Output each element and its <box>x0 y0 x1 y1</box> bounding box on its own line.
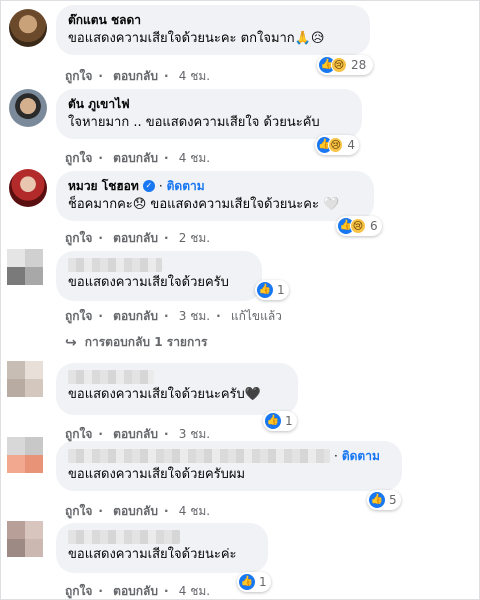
comments-panel: ต๊กแตน ชลดา ขอแสดงความเสียใจด้วยนะคะ ตกใ… <box>0 0 480 600</box>
comment-bubble: · ติดตาม ขอแสดงความเสียใจด้วยครับผม <box>56 441 402 491</box>
like-button[interactable]: ถูกใจ <box>65 231 92 245</box>
timestamp[interactable]: 4 ชม. <box>179 151 210 165</box>
reply-button[interactable]: ตอบกลับ <box>113 427 158 441</box>
avatar[interactable] <box>7 437 43 473</box>
avatar[interactable] <box>7 361 43 397</box>
comment-bubble: ขอแสดงความเสียใจด้วยครับ <box>56 251 262 301</box>
comment-bubble: ตัน ภูเขาไฟ ใจหายมาก .. ขอแสดงความเสียใจ… <box>56 89 362 139</box>
reaction-summary[interactable]: 👍 1 <box>263 411 297 431</box>
timestamp[interactable]: 4 ชม. <box>179 504 210 518</box>
comment-bubble: หมวย โชฮอท ✓ · ติดตาม ช็อคมากคะ😞 ขอแสดงค… <box>56 171 374 221</box>
avatar[interactable] <box>9 89 47 127</box>
reaction-summary[interactable]: 👍 1 <box>237 572 271 592</box>
comment-bubble: ขอแสดงความเสียใจด้วยนะค่ะ <box>56 523 268 573</box>
comment-text: ขอแสดงความเสียใจด้วยนะครับ🖤 <box>68 387 261 402</box>
comment-text: ขอแสดงความเสียใจด้วยครับ <box>68 275 229 290</box>
comment-bubble: ต๊กแตน ชลดา ขอแสดงความเสียใจด้วยนะคะ ตกใ… <box>56 5 370 55</box>
reply-button[interactable]: ตอบกลับ <box>113 504 158 518</box>
blurred-name[interactable] <box>68 258 162 272</box>
timestamp[interactable]: 3 ชม. <box>179 427 210 441</box>
like-button[interactable]: ถูกใจ <box>65 584 92 598</box>
commenter-name[interactable]: หมวย โชฮอท <box>68 178 139 194</box>
reply-button[interactable]: ตอบกลับ <box>113 69 158 83</box>
comment-text: ช็อคมากคะ😞 ขอแสดงความเสียใจด้วยนะคะ 🤍 <box>68 197 340 212</box>
like-icon: 👍 <box>369 492 385 508</box>
comment-actions: ถูกใจ · ตอบกลับ · 4 ชม. <box>65 69 211 83</box>
follow-button[interactable]: ติดตาม <box>342 448 380 464</box>
view-replies-link[interactable]: ↪ การตอบกลับ 1 รายการ <box>65 333 207 352</box>
reaction-count: 5 <box>389 493 397 507</box>
avatar[interactable] <box>7 249 43 285</box>
reply-button[interactable]: ตอบกลับ <box>113 231 158 245</box>
like-button[interactable]: ถูกใจ <box>65 69 92 83</box>
reaction-count: 1 <box>277 283 285 297</box>
comment-actions: ถูกใจ · ตอบกลับ · 4 ชม. <box>65 584 211 598</box>
commenter-name[interactable]: ต๊กแตน ชลดา <box>68 12 358 28</box>
comment-actions: ถูกใจ · ตอบกลับ · 2 ชม. <box>65 231 211 245</box>
timestamp[interactable]: 3 ชม. <box>179 309 210 323</box>
edited-label[interactable]: แก้ไขแล้ว <box>231 309 282 323</box>
reply-arrow-icon: ↪ <box>65 334 77 351</box>
reply-button[interactable]: ตอบกลับ <box>113 151 158 165</box>
comment-text: ใจหายมาก .. ขอแสดงความเสียใจ ด้วยนะคับ <box>68 115 320 130</box>
reaction-summary[interactable]: 👍 😢 4 <box>315 135 359 155</box>
reaction-count: 28 <box>351 58 367 72</box>
reaction-count: 4 <box>347 138 355 152</box>
like-button[interactable]: ถูกใจ <box>65 504 92 518</box>
sad-icon: 😢 <box>350 218 366 234</box>
verified-badge-icon: ✓ <box>142 180 155 192</box>
avatar[interactable] <box>9 169 47 207</box>
reply-button[interactable]: ตอบกลับ <box>113 309 158 323</box>
avatar[interactable] <box>7 521 43 557</box>
blurred-name[interactable] <box>68 530 180 544</box>
like-button[interactable]: ถูกใจ <box>65 151 92 165</box>
like-icon: 👍 <box>257 282 273 298</box>
replies-label: การตอบกลับ 1 รายการ <box>84 335 208 349</box>
comment-text: ขอแสดงความเสียใจด้วยครับผม <box>68 467 246 482</box>
comment-actions: ถูกใจ · ตอบกลับ · 4 ชม. <box>65 151 211 165</box>
timestamp[interactable]: 4 ชม. <box>179 584 210 598</box>
blurred-name[interactable] <box>68 449 330 463</box>
reaction-count: 6 <box>370 219 378 233</box>
comment-text: ขอแสดงความเสียใจด้วยนะค่ะ <box>68 547 237 562</box>
like-icon: 👍 <box>265 413 281 429</box>
comment-actions: ถูกใจ · ตอบกลับ · 4 ชม. <box>65 504 211 518</box>
comment-bubble: ขอแสดงความเสียใจด้วยนะครับ🖤 <box>56 363 298 415</box>
reply-button[interactable]: ตอบกลับ <box>113 584 158 598</box>
reaction-summary[interactable]: 👍 1 <box>255 280 289 300</box>
blurred-name[interactable] <box>68 370 154 384</box>
reaction-summary[interactable]: 👍 5 <box>367 490 401 510</box>
sad-icon: 😢 <box>331 57 347 73</box>
reaction-summary[interactable]: 👍 😢 6 <box>336 216 382 236</box>
like-button[interactable]: ถูกใจ <box>65 309 92 323</box>
commenter-name[interactable]: ตัน ภูเขาไฟ <box>68 96 350 112</box>
reaction-count: 1 <box>285 414 293 428</box>
follow-button[interactable]: ติดตาม <box>167 178 205 194</box>
comment-actions: ถูกใจ · ตอบกลับ · 3 ชม. · แก้ไขแล้ว <box>65 309 282 323</box>
like-button[interactable]: ถูกใจ <box>65 427 92 441</box>
sad-icon: 😢 <box>328 137 344 153</box>
comment-text: ขอแสดงความเสียใจด้วยนะคะ ตกใจมาก🙏😥 <box>68 31 325 46</box>
like-icon: 👍 <box>239 574 255 590</box>
reaction-count: 1 <box>259 575 267 589</box>
reaction-summary[interactable]: 👍 😢 28 <box>317 55 373 75</box>
timestamp[interactable]: 4 ชม. <box>179 69 210 83</box>
timestamp[interactable]: 2 ชม. <box>179 231 210 245</box>
avatar[interactable] <box>9 9 47 47</box>
